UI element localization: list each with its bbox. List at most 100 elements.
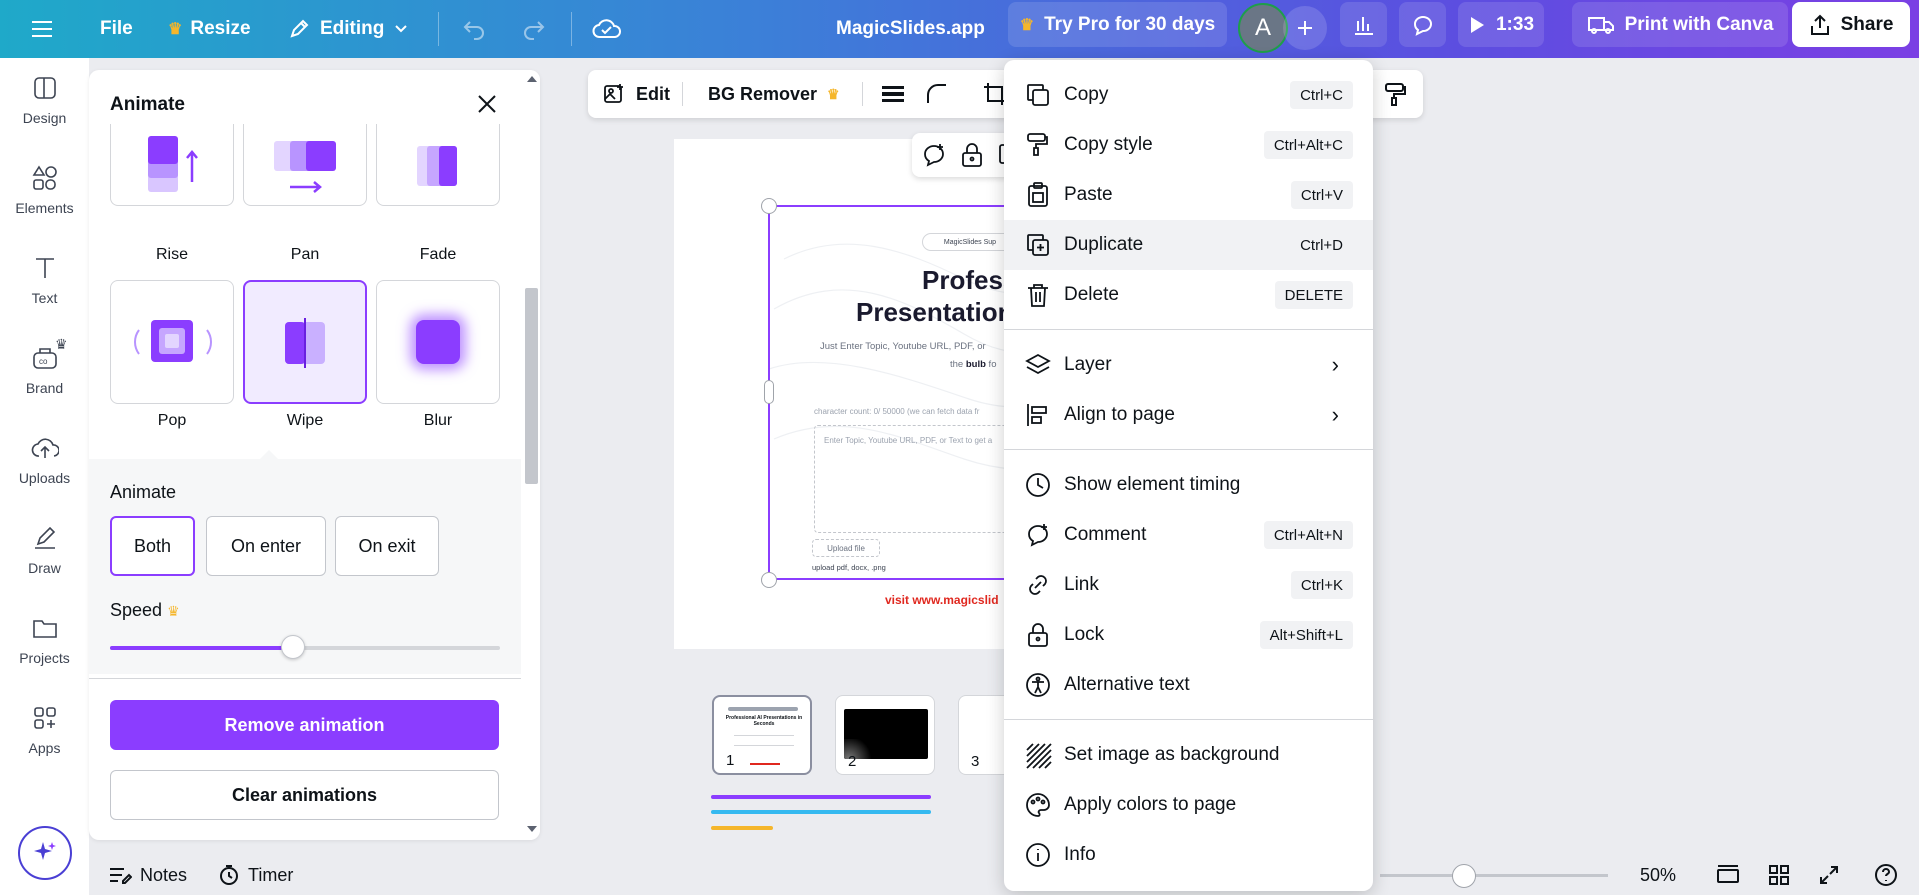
- comments-button[interactable]: [1399, 2, 1446, 47]
- menu-item-apply-colors-to-page[interactable]: Apply colors to page: [1004, 780, 1373, 830]
- rail-item-draw[interactable]: Draw: [0, 508, 89, 592]
- pan-icon: [274, 140, 336, 193]
- menu-item-copy[interactable]: Copy Ctrl+C: [1004, 70, 1373, 120]
- cloud-save-icon[interactable]: [592, 0, 622, 58]
- animation-tile-pan[interactable]: [243, 124, 367, 206]
- expand-icon: [1820, 866, 1838, 884]
- menu-item-set-image-as-background[interactable]: Set image as background: [1004, 730, 1373, 780]
- menu-item-comment[interactable]: Comment Ctrl+Alt+N: [1004, 510, 1373, 560]
- corner-rounding-button[interactable]: [924, 70, 950, 118]
- speed-slider-thumb[interactable]: [281, 635, 305, 659]
- fullscreen-button[interactable]: [1818, 860, 1840, 890]
- divider: [682, 82, 683, 106]
- add-collaborator-button[interactable]: [1283, 6, 1327, 50]
- scroll-down-icon[interactable]: [527, 826, 537, 832]
- menu-shortcut: Ctrl+V: [1290, 181, 1353, 209]
- animation-tile-fade[interactable]: [376, 124, 500, 206]
- animation-tile-rise[interactable]: [110, 124, 234, 206]
- zoom-level[interactable]: 50%: [1640, 860, 1676, 890]
- option-on-exit[interactable]: On exit: [335, 516, 439, 576]
- menu-item-copy-style[interactable]: Copy style Ctrl+Alt+C: [1004, 120, 1373, 170]
- help-button[interactable]: [1874, 860, 1898, 890]
- scroll-up-icon[interactable]: [527, 76, 537, 82]
- copy-style-button[interactable]: [1382, 70, 1408, 118]
- projects-icon: [32, 620, 57, 638]
- rail-item-projects[interactable]: Projects: [0, 598, 89, 682]
- animation-tile-blur[interactable]: [376, 280, 500, 404]
- page-thumbnail-3[interactable]: 3: [958, 695, 1006, 775]
- zoom-slider-thumb[interactable]: [1452, 864, 1476, 888]
- menu-item-lock[interactable]: Lock Alt+Shift+L: [1004, 610, 1373, 660]
- share-label: Share: [1840, 13, 1894, 35]
- menu-item-alternative-text[interactable]: Alternative text: [1004, 660, 1373, 710]
- file-menu[interactable]: File: [100, 0, 133, 58]
- timer-label: Timer: [248, 864, 294, 885]
- notes-button[interactable]: Notes: [108, 860, 187, 890]
- print-with-canva-button[interactable]: Print with Canva: [1572, 2, 1788, 47]
- menu-item-align-to-page[interactable]: Align to page ›: [1004, 390, 1373, 440]
- menu-label: Set image as background: [1064, 744, 1280, 765]
- document-title[interactable]: MagicSlides.app: [836, 0, 985, 58]
- divider: [571, 12, 572, 46]
- animation-tile-pop[interactable]: [110, 280, 234, 404]
- pages-view-button[interactable]: [1716, 860, 1740, 890]
- menu-label: Link: [1064, 574, 1099, 595]
- undo-button[interactable]: [462, 0, 488, 58]
- rail-item-brand[interactable]: ♛ co Brand: [0, 328, 89, 412]
- menu-item-delete[interactable]: Delete DELETE: [1004, 270, 1373, 320]
- close-icon[interactable]: [473, 90, 501, 118]
- rail-item-apps[interactable]: Apps: [0, 688, 89, 772]
- page-thumbnail-2[interactable]: 2: [835, 695, 935, 775]
- bg-remover-button[interactable]: BG Remover ♛: [708, 70, 840, 118]
- menu-item-show-element-timing[interactable]: Show element timing: [1004, 460, 1373, 510]
- resize-handle[interactable]: [761, 572, 777, 588]
- panel-scrollbar[interactable]: [521, 70, 540, 840]
- svg-text:co: co: [39, 357, 48, 366]
- insights-button[interactable]: [1340, 2, 1387, 47]
- menu-item-layer[interactable]: Layer ›: [1004, 340, 1373, 390]
- page-thumbnail-1[interactable]: Professional AI Presentations in Seconds…: [712, 695, 812, 775]
- menu-icon[interactable]: [30, 0, 54, 58]
- lock-icon[interactable]: [958, 141, 986, 169]
- selection-box: [768, 205, 1008, 580]
- animate-section-label: Animate: [110, 482, 177, 502]
- rail-item-text[interactable]: Text: [0, 238, 89, 322]
- duplicate-icon: [1024, 231, 1052, 259]
- wipe-icon: [285, 318, 325, 368]
- speed-slider[interactable]: [110, 635, 500, 659]
- menu-item-duplicate[interactable]: Duplicate Ctrl+D: [1004, 220, 1373, 270]
- magic-assistant-button[interactable]: [18, 826, 72, 880]
- grid-view-button[interactable]: [1768, 860, 1790, 890]
- rail-item-elements[interactable]: Elements: [0, 148, 89, 232]
- rail-item-uploads[interactable]: Uploads: [0, 418, 89, 502]
- animate-panel: Animate Rise Pan Fade Pop Wipe Blur Anim…: [89, 70, 540, 840]
- border-style-button[interactable]: [880, 70, 906, 118]
- menu-item-info[interactable]: Info: [1004, 830, 1373, 880]
- menu-item-link[interactable]: Link Ctrl+K: [1004, 560, 1373, 610]
- animation-label: Pop: [157, 412, 187, 429]
- avatar[interactable]: A: [1238, 3, 1288, 53]
- menu-divider: [1004, 449, 1373, 450]
- present-button[interactable]: 1:33: [1458, 2, 1544, 47]
- editing-mode-button[interactable]: Editing: [288, 0, 408, 58]
- redo-button[interactable]: [520, 0, 546, 58]
- add-comment-icon[interactable]: [920, 141, 948, 169]
- side-resize-handle[interactable]: [764, 380, 774, 404]
- option-both[interactable]: Both: [110, 516, 195, 576]
- edit-image-button[interactable]: Edit: [602, 70, 670, 118]
- clear-animations-button[interactable]: Clear animations: [110, 770, 499, 820]
- resize-handle[interactable]: [761, 198, 777, 214]
- animation-tile-wipe[interactable]: [243, 280, 367, 404]
- share-button[interactable]: Share: [1792, 2, 1910, 47]
- rail-item-design[interactable]: Design: [0, 58, 89, 142]
- option-on-enter[interactable]: On enter: [206, 516, 326, 576]
- divider: [89, 678, 521, 679]
- resize-button[interactable]: ♛ Resize: [168, 0, 251, 58]
- remove-animation-button[interactable]: Remove animation: [110, 700, 499, 750]
- try-pro-button[interactable]: ♛ Try Pro for 30 days: [1008, 2, 1227, 47]
- play-time: 1:33: [1495, 13, 1535, 35]
- scroll-thumb[interactable]: [525, 288, 538, 484]
- timer-button[interactable]: Timer: [218, 860, 293, 890]
- zoom-slider[interactable]: [1380, 874, 1608, 877]
- menu-item-paste[interactable]: Paste Ctrl+V: [1004, 170, 1373, 220]
